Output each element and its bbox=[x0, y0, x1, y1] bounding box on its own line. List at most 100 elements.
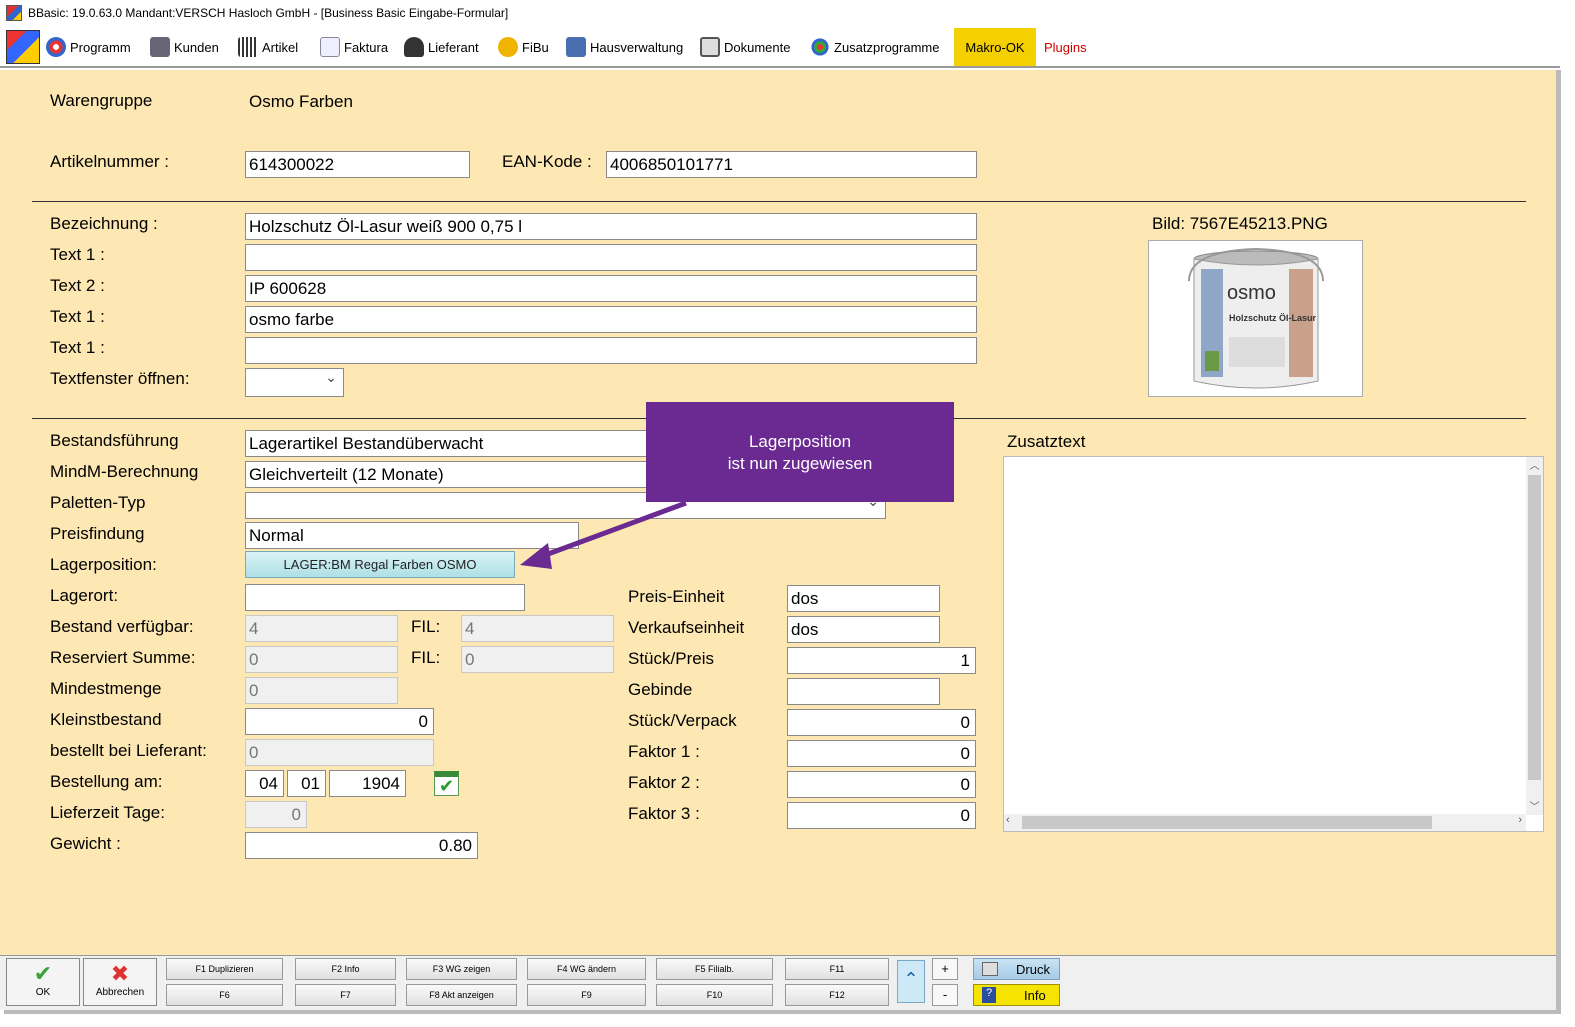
scroll-left-icon[interactable]: ‹ bbox=[1006, 814, 1010, 826]
menu-fibu[interactable]: FiBu bbox=[498, 28, 549, 66]
euro-icon bbox=[498, 37, 518, 57]
menu-programm[interactable]: Programm bbox=[46, 28, 131, 66]
text1c-label: Text 1 : bbox=[50, 338, 105, 357]
menu-bar: Programm Kunden Artikel Faktura Lieferan… bbox=[0, 28, 1560, 68]
horizontal-scrollbar[interactable]: ‹ › bbox=[1004, 814, 1526, 831]
preiseinheit-field[interactable]: dos bbox=[787, 585, 940, 612]
text2-field[interactable]: IP 600628 bbox=[245, 275, 977, 302]
text1b-field[interactable]: osmo farbe bbox=[245, 306, 977, 333]
text2-label: Text 2 : bbox=[50, 276, 105, 295]
f11-button[interactable]: F11 bbox=[785, 958, 889, 980]
menu-zusatzprogramme[interactable]: Zusatzprogramme bbox=[810, 28, 939, 66]
stueckverpack-field[interactable]: 0 bbox=[787, 709, 976, 736]
mindm-field[interactable]: Gleichverteilt (12 Monate) bbox=[245, 461, 655, 488]
text1a-field[interactable] bbox=[245, 244, 977, 271]
menu-label: Programm bbox=[70, 39, 131, 55]
ean-field[interactable]: 4006850101771 bbox=[606, 151, 977, 178]
cancel-x-icon: ✖ bbox=[110, 961, 130, 986]
gewicht-label: Gewicht : bbox=[50, 834, 121, 853]
text1a-label: Text 1 : bbox=[50, 245, 105, 264]
callout-line1: Lagerposition bbox=[748, 432, 852, 451]
warengruppe-value: Osmo Farben bbox=[249, 92, 353, 111]
verkaufseinheit-field[interactable]: dos bbox=[787, 616, 940, 643]
f6-button[interactable]: F6 bbox=[166, 984, 283, 1006]
f10-button[interactable]: F10 bbox=[656, 984, 773, 1006]
scroll-up-icon[interactable]: ︿ bbox=[1526, 457, 1543, 474]
bestellung-month-field[interactable]: 01 bbox=[287, 770, 326, 797]
ok-button[interactable]: ✔ OK bbox=[6, 958, 80, 1006]
zusatztext-area[interactable]: ︿ ﹀ ‹ › bbox=[1003, 456, 1544, 832]
minus-button[interactable]: - bbox=[932, 984, 958, 1006]
plus-button[interactable]: + bbox=[932, 958, 958, 980]
textfenster-dropdown[interactable] bbox=[245, 368, 344, 397]
scroll-thumb-h[interactable] bbox=[1022, 816, 1432, 829]
druck-button[interactable]: Druck bbox=[973, 958, 1060, 980]
info-button[interactable]: ? Info bbox=[973, 984, 1060, 1006]
gewicht-field[interactable]: 0.80 bbox=[245, 832, 478, 859]
text1b-label: Text 1 : bbox=[50, 307, 105, 326]
barcode-icon bbox=[238, 37, 258, 57]
f7-button[interactable]: F7 bbox=[295, 984, 396, 1006]
lagerort-field[interactable] bbox=[245, 584, 525, 611]
menu-label: Dokumente bbox=[724, 39, 791, 55]
artikelnummer-field[interactable]: 614300022 bbox=[245, 151, 470, 178]
scroll-right-icon[interactable]: › bbox=[1518, 814, 1522, 826]
bestellung-day-field[interactable]: 04 bbox=[245, 770, 284, 797]
bestandsfuehrung-field[interactable]: Lagerartikel Bestandüberwacht bbox=[245, 430, 655, 457]
warengruppe-label: Warengruppe bbox=[50, 91, 153, 110]
menu-kunden[interactable]: Kunden bbox=[150, 28, 219, 66]
kleinstbestand-field[interactable]: 0 bbox=[245, 708, 434, 735]
bezeichnung-field[interactable]: Holzschutz Öl-Lasur weiß 900 0,75 l bbox=[245, 213, 977, 240]
faktor2-label: Faktor 2 : bbox=[628, 773, 700, 792]
lagerposition-button[interactable]: LAGER:BM Regal Farben OSMO bbox=[245, 551, 515, 578]
stueckverpack-label: Stück/Verpack bbox=[628, 711, 737, 730]
f12-button[interactable]: F12 bbox=[785, 984, 889, 1006]
menu-hausverwaltung[interactable]: Hausverwaltung bbox=[566, 28, 683, 66]
f4-button[interactable]: F4 WG ändern bbox=[527, 958, 646, 980]
bild-label: Bild: 7567E45213.PNG bbox=[1152, 214, 1328, 233]
divider bbox=[32, 201, 1526, 202]
bestandsfuehrung-label: Bestandsführung bbox=[50, 431, 179, 450]
faktor3-field[interactable]: 0 bbox=[787, 802, 976, 829]
f8-button[interactable]: F8 Akt anzeigen bbox=[406, 984, 517, 1006]
menu-makro-ok[interactable]: Makro-OK bbox=[954, 28, 1036, 66]
stueckpreis-label: Stück/Preis bbox=[628, 649, 714, 668]
menu-label: Hausverwaltung bbox=[590, 39, 684, 55]
callout-arrow bbox=[520, 500, 687, 569]
document-icon bbox=[320, 37, 340, 57]
scroll-down-icon[interactable]: ﹀ bbox=[1526, 798, 1543, 815]
app-icon bbox=[6, 5, 22, 21]
scroll-thumb[interactable] bbox=[1528, 475, 1541, 780]
stueckpreis-field[interactable]: 1 bbox=[787, 647, 976, 674]
faktor1-label: Faktor 1 : bbox=[628, 742, 700, 761]
gebinde-field[interactable] bbox=[787, 678, 940, 705]
faktor2-field[interactable]: 0 bbox=[787, 771, 976, 798]
menu-lieferant[interactable]: Lieferant bbox=[404, 28, 479, 66]
house-icon bbox=[566, 37, 586, 57]
f1-button[interactable]: F1 Duplizieren bbox=[166, 958, 283, 980]
bestand-field: 4 bbox=[245, 615, 398, 642]
f3-button[interactable]: F3 WG zeigen bbox=[406, 958, 517, 980]
menu-label: Zusatzprogramme bbox=[834, 39, 940, 55]
monitor-icon bbox=[700, 37, 720, 57]
app-logo-icon[interactable] bbox=[6, 30, 40, 64]
f5-button[interactable]: F5 Filialb. bbox=[656, 958, 773, 980]
kleinstbestand-label: Kleinstbestand bbox=[50, 710, 162, 729]
f9-button[interactable]: F9 bbox=[527, 984, 646, 1006]
menu-artikel[interactable]: Artikel bbox=[238, 28, 298, 66]
reserviert-fil-label: FIL: bbox=[411, 648, 441, 667]
faktor1-field[interactable]: 0 bbox=[787, 740, 976, 767]
f2-button[interactable]: F2 Info bbox=[295, 958, 396, 980]
colorwheel-icon bbox=[810, 37, 830, 57]
menu-faktura[interactable]: Faktura bbox=[320, 28, 388, 66]
text1c-field[interactable] bbox=[245, 337, 977, 364]
bestellung-year-field[interactable]: 1904 bbox=[329, 770, 406, 797]
vertical-scrollbar[interactable]: ︿ ﹀ bbox=[1526, 457, 1543, 815]
menu-plugins[interactable]: Plugins bbox=[1044, 28, 1087, 66]
menu-dokumente[interactable]: Dokumente bbox=[700, 28, 790, 66]
preisfindung-label: Preisfindung bbox=[50, 524, 145, 543]
window-shadow bbox=[4, 1010, 1560, 1014]
scroll-up-double-icon[interactable]: ⌃ bbox=[897, 960, 925, 1003]
abbrechen-button[interactable]: ✖ Abbrechen bbox=[83, 958, 157, 1006]
calendar-icon[interactable]: ✔ bbox=[434, 771, 459, 796]
